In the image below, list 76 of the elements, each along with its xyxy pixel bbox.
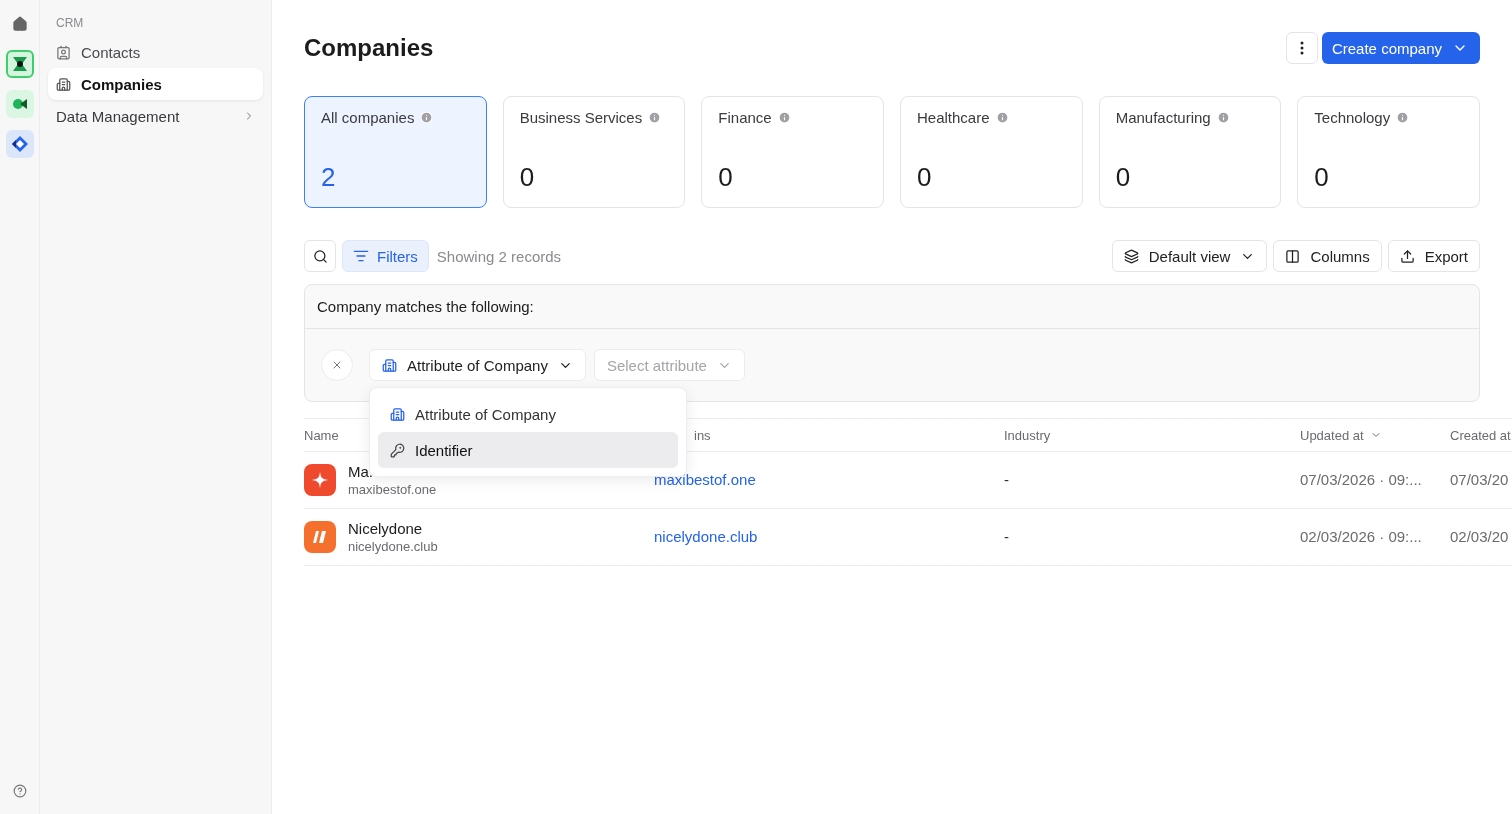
hourglass-icon <box>10 55 29 73</box>
stat-value: 0 <box>718 162 734 194</box>
contact-card-icon <box>56 44 71 60</box>
building-icon <box>382 357 397 373</box>
table-cell: 07/03/20 <box>1450 471 1509 488</box>
stat-value: 0 <box>519 162 536 194</box>
stat-label: Healthcare <box>917 109 990 126</box>
stat-value: 0 <box>917 162 933 194</box>
search-icon <box>312 248 328 264</box>
stat-label: Manufacturing <box>1115 109 1211 126</box>
stat-card[interactable]: Finance 0 <box>701 96 884 208</box>
close-icon <box>331 359 343 371</box>
layers-icon <box>1123 248 1139 264</box>
stat-card[interactable]: Manufacturing 0 <box>1098 96 1282 208</box>
search-button[interactable] <box>304 240 336 272</box>
info-icon <box>995 111 1009 124</box>
stat-value: 2 <box>321 162 337 194</box>
info-icon <box>1396 111 1410 124</box>
record-count: Showing 2 records <box>436 247 562 265</box>
nav-group[interactable]: Data Management <box>48 100 263 132</box>
company-domain: maxibestof.one <box>348 482 437 497</box>
stat-label: Technology <box>1314 109 1391 126</box>
column-header[interactable]: Created at <box>1450 427 1512 443</box>
nav-item[interactable]: Contacts <box>48 36 263 68</box>
stat-value: 0 <box>1314 162 1330 194</box>
more-icon <box>1299 41 1304 55</box>
table-cell: 07/03/2026 · 09:... <box>1300 471 1422 488</box>
stat-card[interactable]: All companies 2 <box>304 96 487 208</box>
stat-label: Business Services <box>519 109 643 126</box>
info-icon <box>420 111 434 124</box>
view-select[interactable]: Default view <box>1111 240 1268 272</box>
attribute-select[interactable]: Attribute of Company <box>369 349 586 381</box>
company-domain: nicelydone.club <box>348 539 438 554</box>
info-icon <box>777 111 791 124</box>
stat-label: Finance <box>718 109 772 126</box>
columns-icon <box>1285 248 1301 264</box>
building-icon <box>56 76 71 92</box>
domain-link[interactable]: nicelydone.club <box>654 528 758 545</box>
section-label: CRM <box>55 16 85 32</box>
info-icon <box>1216 111 1230 124</box>
nav-item[interactable]: Companies <box>48 68 263 100</box>
stat-card[interactable]: Technology 0 <box>1297 96 1480 208</box>
create-company-button[interactable]: Create company <box>1321 32 1480 64</box>
nav-label: Data Management <box>56 107 180 125</box>
stat-value: 0 <box>1115 162 1132 194</box>
app-switcher-tile[interactable] <box>5 50 34 78</box>
info-icon <box>648 111 662 124</box>
domain-link[interactable]: maxibestof.one <box>654 471 756 488</box>
menu-item[interactable]: Identifier <box>378 432 678 468</box>
nav-label: Contacts <box>81 43 141 61</box>
table-cell: 02/03/20 <box>1450 528 1509 545</box>
app-switcher-tile[interactable] <box>5 90 34 118</box>
column-header[interactable]: Industry <box>1004 427 1300 443</box>
app-switcher-tile[interactable] <box>5 130 34 158</box>
sparkle-icon <box>311 471 329 489</box>
stat-card[interactable]: Business Services 0 <box>502 96 686 208</box>
help-icon[interactable] <box>12 784 27 798</box>
building-icon <box>390 406 405 422</box>
page-title: Companies <box>304 34 434 62</box>
upload-icon <box>1399 248 1415 264</box>
columns-button[interactable]: Columns <box>1273 240 1382 272</box>
table-cell: 02/03/2026 · 09:... <box>1300 528 1422 545</box>
company-name[interactable]: Nicelydone <box>348 520 438 537</box>
filter-icon <box>353 248 369 264</box>
filter-heading: Company matches the following: <box>317 298 534 315</box>
slashes-icon <box>311 528 329 546</box>
stat-label: All companies <box>321 109 415 126</box>
key-icon <box>390 442 405 458</box>
column-header[interactable]: Updated at <box>1300 427 1450 443</box>
home-icon <box>11 16 28 32</box>
table-cell: - <box>1004 471 1009 488</box>
table-cell: - <box>1004 528 1009 545</box>
filters-button[interactable]: Filters <box>342 240 429 272</box>
nav-label: Companies <box>81 75 162 93</box>
export-button[interactable]: Export <box>1387 240 1480 272</box>
stat-card[interactable]: Healthcare 0 <box>900 96 1083 208</box>
